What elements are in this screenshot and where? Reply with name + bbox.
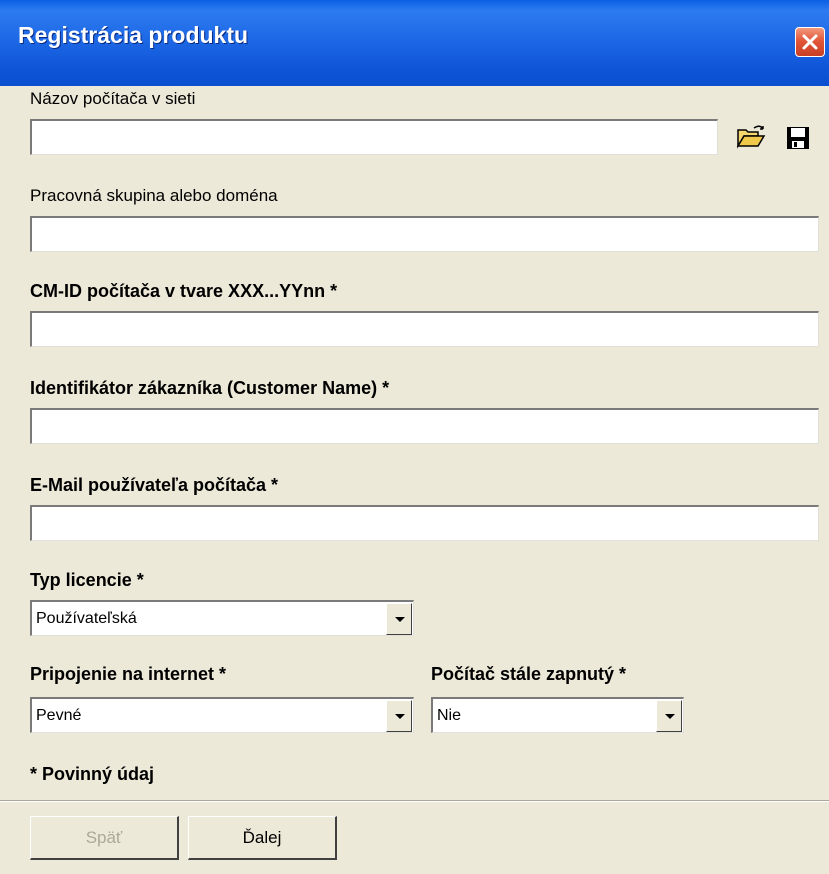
license-select[interactable]: Používateľská: [30, 600, 414, 636]
chevron-down-icon: [395, 714, 405, 719]
computer-name-label: Názov počítača v sieti: [30, 89, 196, 108]
next-button[interactable]: Ďalej: [188, 816, 337, 860]
open-folder-icon[interactable]: [736, 124, 766, 150]
footer-separator: [0, 800, 829, 802]
internet-select[interactable]: Pevné: [30, 697, 414, 733]
registration-dialog: Registrácia produktu Názov počítača v si…: [0, 0, 829, 874]
title-bar[interactable]: Registrácia produktu: [0, 0, 829, 86]
always-on-dropdown-button[interactable]: [656, 700, 682, 732]
required-note: * Povinný údaj: [30, 764, 155, 784]
always-on-selected-value: Nie: [437, 707, 462, 724]
email-label: E-Mail používateľa počítača *: [30, 475, 279, 495]
customer-label: Identifikátor zákazníka (Customer Name) …: [30, 378, 390, 398]
always-on-select[interactable]: Nie: [431, 697, 684, 733]
window-title: Registrácia produktu: [18, 22, 249, 48]
internet-selected-value: Pevné: [36, 707, 82, 724]
close-button[interactable]: [795, 27, 825, 57]
computer-name-input[interactable]: [30, 119, 718, 155]
cmid-label: CM-ID počítača v tvare XXX...YYnn *: [30, 281, 338, 301]
internet-label: Pripojenie na internet *: [30, 664, 227, 684]
chevron-down-icon: [395, 617, 405, 622]
back-button[interactable]: Späť: [30, 816, 179, 860]
customer-input[interactable]: [30, 408, 819, 444]
license-label: Typ licencie *: [30, 570, 144, 590]
chevron-down-icon: [665, 714, 675, 719]
license-selected-value: Používateľská: [36, 610, 137, 627]
workgroup-label: Pracovná skupina alebo doména: [30, 186, 278, 205]
close-icon: [802, 34, 818, 50]
internet-dropdown-button[interactable]: [386, 700, 412, 732]
cmid-input[interactable]: [30, 311, 819, 347]
license-dropdown-button[interactable]: [386, 603, 412, 635]
workgroup-input[interactable]: [30, 216, 819, 252]
email-input[interactable]: [30, 505, 819, 541]
save-disk-icon[interactable]: [785, 125, 811, 151]
always-on-label: Počítač stále zapnutý *: [431, 664, 627, 684]
